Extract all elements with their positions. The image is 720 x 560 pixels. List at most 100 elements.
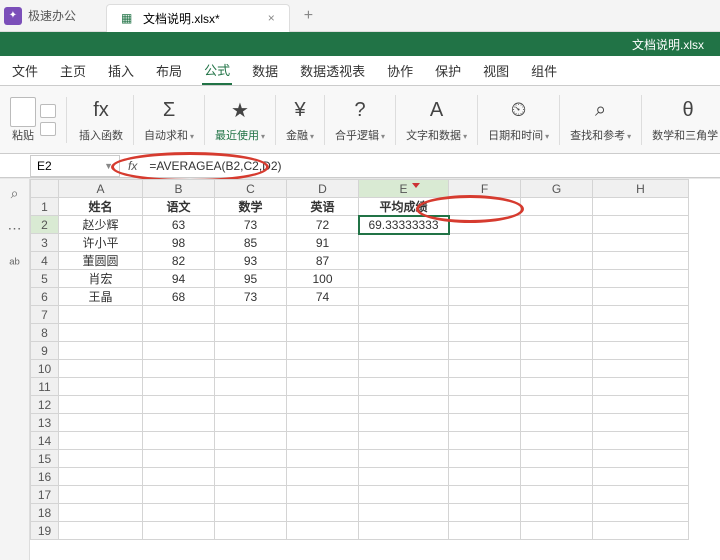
row-header-17[interactable]: 17 xyxy=(31,486,59,504)
spreadsheet-grid[interactable]: ABCDEFGH1姓名语文数学英语平均成绩2赵少辉63737269.333333… xyxy=(30,179,720,560)
row-header-14[interactable]: 14 xyxy=(31,432,59,450)
cell-B10[interactable] xyxy=(143,360,215,378)
cell-C14[interactable] xyxy=(215,432,287,450)
cell-C7[interactable] xyxy=(215,306,287,324)
row-header-9[interactable]: 9 xyxy=(31,342,59,360)
cell-C17[interactable] xyxy=(215,486,287,504)
row-header-8[interactable]: 8 xyxy=(31,324,59,342)
cell-E10[interactable] xyxy=(359,360,449,378)
cell-H11[interactable] xyxy=(593,378,689,396)
row-header-5[interactable]: 5 xyxy=(31,270,59,288)
new-tab-button[interactable]: + xyxy=(304,7,313,25)
cell-A16[interactable] xyxy=(59,468,143,486)
cell-E3[interactable] xyxy=(359,234,449,252)
cell-F7[interactable] xyxy=(449,306,521,324)
menu-item-1[interactable]: 主页 xyxy=(58,57,88,84)
cell-H2[interactable] xyxy=(593,216,689,234)
ribbon-btn-1[interactable]: Σ自动求和▾ xyxy=(138,97,200,143)
cell-G4[interactable] xyxy=(521,252,593,270)
cell-G6[interactable] xyxy=(521,288,593,306)
menu-item-6[interactable]: 数据透视表 xyxy=(298,57,367,84)
cell-G11[interactable] xyxy=(521,378,593,396)
fx-icon[interactable]: fx xyxy=(128,159,137,173)
cell-A8[interactable] xyxy=(59,324,143,342)
cell-H18[interactable] xyxy=(593,504,689,522)
cell-A2[interactable]: 赵少辉 xyxy=(59,216,143,234)
cell-C4[interactable]: 93 xyxy=(215,252,287,270)
cell-C10[interactable] xyxy=(215,360,287,378)
cell-G17[interactable] xyxy=(521,486,593,504)
col-header-A[interactable]: A xyxy=(59,180,143,198)
cell-A6[interactable]: 王晶 xyxy=(59,288,143,306)
cell-H15[interactable] xyxy=(593,450,689,468)
row-header-11[interactable]: 11 xyxy=(31,378,59,396)
select-all[interactable] xyxy=(31,180,59,198)
col-header-D[interactable]: D xyxy=(287,180,359,198)
cell-B8[interactable] xyxy=(143,324,215,342)
cell-F15[interactable] xyxy=(449,450,521,468)
row-header-15[interactable]: 15 xyxy=(31,450,59,468)
cell-H10[interactable] xyxy=(593,360,689,378)
cell-B18[interactable] xyxy=(143,504,215,522)
name-box[interactable]: E2 ▼ xyxy=(30,155,120,177)
cell-B6[interactable]: 68 xyxy=(143,288,215,306)
ribbon-btn-6[interactable]: ⏲日期和时间▾ xyxy=(482,97,555,143)
ribbon-btn-0[interactable]: fx插入函数 xyxy=(73,97,129,143)
cell-E14[interactable] xyxy=(359,432,449,450)
ribbon-btn-4[interactable]: ?合乎逻辑▾ xyxy=(329,97,391,143)
cell-F6[interactable] xyxy=(449,288,521,306)
cell-G13[interactable] xyxy=(521,414,593,432)
search-icon[interactable]: ⌕ xyxy=(11,185,19,202)
cell-E17[interactable] xyxy=(359,486,449,504)
cell-E1[interactable]: 平均成绩 xyxy=(359,198,449,216)
cell-B3[interactable]: 98 xyxy=(143,234,215,252)
row-header-16[interactable]: 16 xyxy=(31,468,59,486)
cell-G8[interactable] xyxy=(521,324,593,342)
cell-A18[interactable] xyxy=(59,504,143,522)
cell-B16[interactable] xyxy=(143,468,215,486)
cell-E16[interactable] xyxy=(359,468,449,486)
cell-D3[interactable]: 91 xyxy=(287,234,359,252)
document-tab[interactable]: ▦ 文档说明.xlsx* × xyxy=(106,4,290,32)
cell-F10[interactable] xyxy=(449,360,521,378)
row-header-19[interactable]: 19 xyxy=(31,522,59,540)
cell-E15[interactable] xyxy=(359,450,449,468)
cell-C2[interactable]: 73 xyxy=(215,216,287,234)
cell-F11[interactable] xyxy=(449,378,521,396)
cell-G10[interactable] xyxy=(521,360,593,378)
menu-item-7[interactable]: 协作 xyxy=(385,57,415,84)
cell-A10[interactable] xyxy=(59,360,143,378)
cell-D14[interactable] xyxy=(287,432,359,450)
cell-H8[interactable] xyxy=(593,324,689,342)
cell-H3[interactable] xyxy=(593,234,689,252)
cell-D9[interactable] xyxy=(287,342,359,360)
col-header-F[interactable]: F xyxy=(449,180,521,198)
cell-C3[interactable]: 85 xyxy=(215,234,287,252)
cell-F4[interactable] xyxy=(449,252,521,270)
cell-A5[interactable]: 肖宏 xyxy=(59,270,143,288)
cell-H7[interactable] xyxy=(593,306,689,324)
close-icon[interactable]: × xyxy=(268,11,275,25)
cell-F8[interactable] xyxy=(449,324,521,342)
cell-C5[interactable]: 95 xyxy=(215,270,287,288)
cell-C18[interactable] xyxy=(215,504,287,522)
cell-D12[interactable] xyxy=(287,396,359,414)
cell-B13[interactable] xyxy=(143,414,215,432)
cell-F5[interactable] xyxy=(449,270,521,288)
cell-H13[interactable] xyxy=(593,414,689,432)
ribbon-btn-3[interactable]: ¥金融▾ xyxy=(280,97,320,143)
col-header-C[interactable]: C xyxy=(215,180,287,198)
cell-C15[interactable] xyxy=(215,450,287,468)
col-header-B[interactable]: B xyxy=(143,180,215,198)
cell-F18[interactable] xyxy=(449,504,521,522)
row-header-10[interactable]: 10 xyxy=(31,360,59,378)
cell-C6[interactable]: 73 xyxy=(215,288,287,306)
cell-E2[interactable]: 69.33333333 xyxy=(359,216,449,234)
row-header-7[interactable]: 7 xyxy=(31,306,59,324)
cell-E11[interactable] xyxy=(359,378,449,396)
cell-G1[interactable] xyxy=(521,198,593,216)
cell-F2[interactable] xyxy=(449,216,521,234)
cell-B12[interactable] xyxy=(143,396,215,414)
col-header-H[interactable]: H xyxy=(593,180,689,198)
cell-G7[interactable] xyxy=(521,306,593,324)
